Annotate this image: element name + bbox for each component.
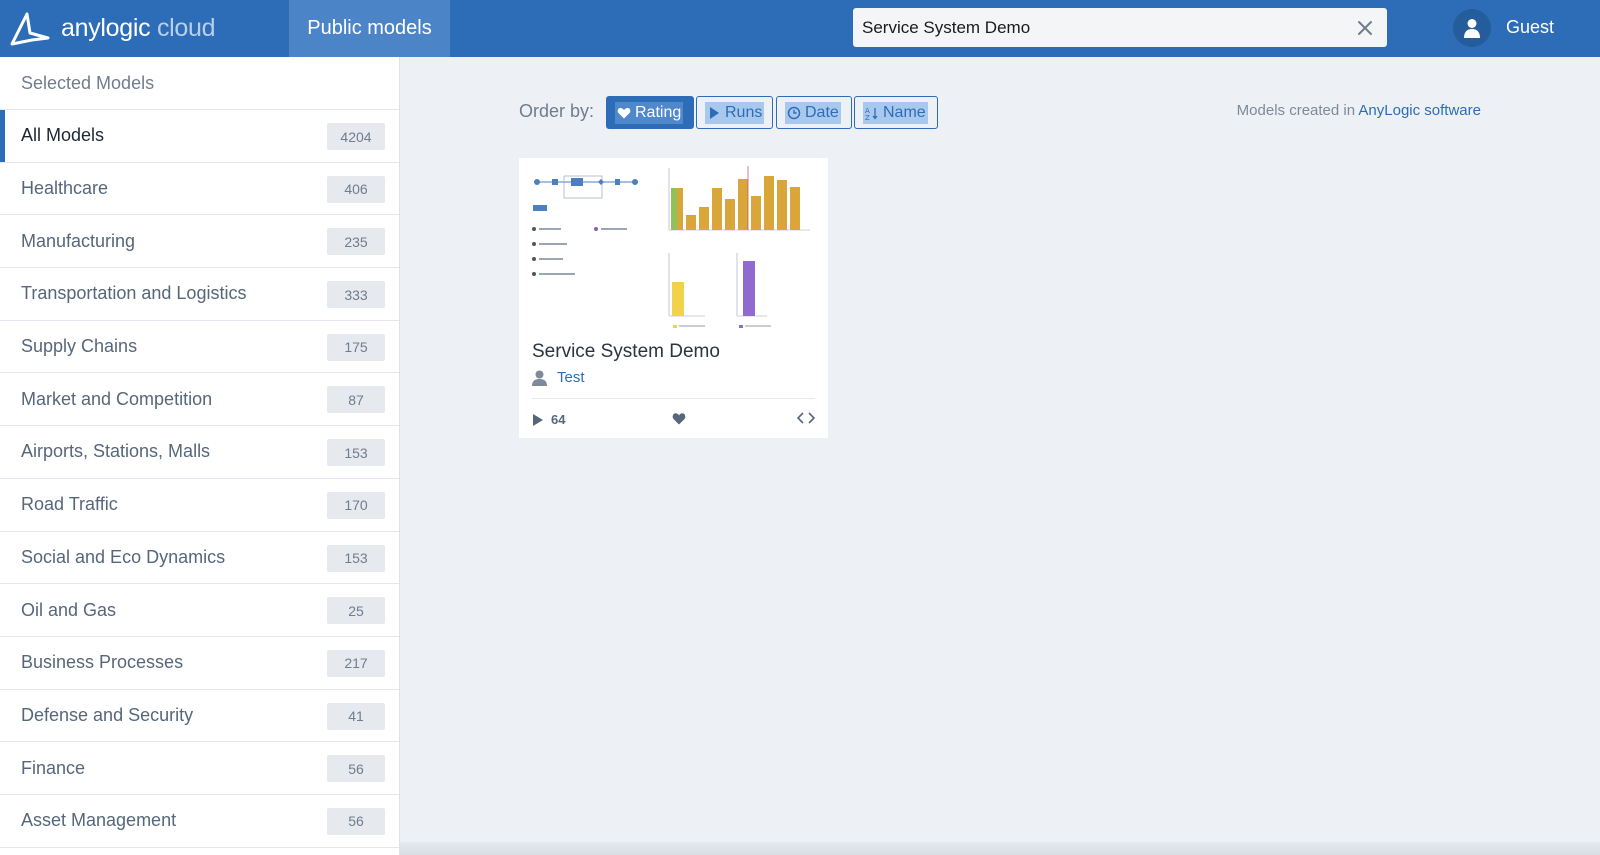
- svg-text:Z: Z: [865, 114, 870, 120]
- avatar[interactable]: [1453, 9, 1491, 47]
- sort-rating-button[interactable]: Rating: [606, 96, 694, 129]
- sort-date-button[interactable]: Date: [776, 96, 852, 129]
- sort-name-label: Name: [883, 103, 926, 121]
- count-badge: 217: [327, 649, 385, 677]
- sidebar-item-oil-gas[interactable]: Oil and Gas 25: [0, 584, 399, 637]
- anylogic-software-link[interactable]: AnyLogic software: [1358, 102, 1481, 119]
- sort-name-button[interactable]: AZ Name: [854, 96, 938, 129]
- run-count-value: 64: [551, 412, 566, 427]
- sidebar-item-label: Asset Management: [21, 810, 177, 831]
- count-badge: 170: [327, 491, 385, 519]
- sidebar-item-label: Supply Chains: [21, 336, 138, 357]
- sidebar-item-supply-chains[interactable]: Supply Chains 175: [0, 321, 399, 374]
- anylogic-logo[interactable]: anylogic cloud: [10, 10, 216, 47]
- model-card[interactable]: Service System Demo Test 64: [519, 158, 828, 438]
- model-title[interactable]: Service System Demo: [532, 341, 720, 363]
- user-icon: [532, 370, 547, 386]
- sidebar-item-label: Healthcare: [21, 178, 109, 199]
- close-icon[interactable]: [1355, 18, 1375, 38]
- count-badge: 406: [327, 175, 385, 203]
- count-badge: 235: [327, 228, 385, 256]
- count-badge: 87: [327, 386, 385, 414]
- sidebar-item-healthcare[interactable]: Healthcare 406: [0, 163, 399, 216]
- count-badge: 175: [327, 333, 385, 361]
- sidebar-item-label: Business Processes: [21, 652, 184, 673]
- sort-runs-label: Runs: [725, 103, 763, 121]
- anylogic-logo-icon: [10, 12, 50, 45]
- search-box: [853, 8, 1387, 47]
- sidebar-item-social-eco[interactable]: Social and Eco Dynamics 153: [0, 532, 399, 585]
- search-input[interactable]: [862, 8, 1332, 47]
- sidebar-item-label: All Models: [21, 125, 105, 146]
- created-prefix: Models created in: [1236, 102, 1359, 119]
- bottom-edge: [400, 842, 1600, 855]
- sort-date-label: Date: [805, 103, 839, 121]
- top-header: anylogic cloud Public models Guest: [0, 0, 1600, 57]
- play-icon: [533, 413, 543, 426]
- nav-public-models[interactable]: Public models: [289, 0, 450, 57]
- sort-runs-button[interactable]: Runs: [696, 96, 773, 129]
- sidebar-item-manufacturing[interactable]: Manufacturing 235: [0, 215, 399, 269]
- user-icon: [1464, 19, 1480, 38]
- heart-icon[interactable]: [672, 412, 686, 425]
- sidebar-item-label: Airports, Stations, Malls: [21, 441, 211, 462]
- sidebar-item-market[interactable]: Market and Competition 87: [0, 373, 399, 427]
- sidebar-item-transportation[interactable]: Transportation and Logistics 333: [0, 268, 399, 321]
- count-badge: 56: [327, 807, 385, 835]
- sidebar-item-label: Road Traffic: [21, 494, 118, 515]
- model-author[interactable]: Test: [532, 369, 585, 386]
- count-badge: 153: [327, 439, 385, 467]
- sidebar-item-label: Market and Competition: [21, 388, 213, 409]
- author-name: Test: [557, 369, 585, 386]
- sidebar-item-finance[interactable]: Finance 56: [0, 742, 399, 795]
- heart-icon: [617, 107, 631, 118]
- sidebar-item-defense[interactable]: Defense and Security 41: [0, 690, 399, 743]
- card-divider: [532, 398, 815, 399]
- play-icon: [710, 106, 719, 119]
- sidebar-item-label: Manufacturing: [21, 230, 136, 251]
- sidebar-item-label: Defense and Security: [21, 704, 194, 725]
- sidebar-item-business[interactable]: Business Processes 217: [0, 637, 399, 690]
- category-sidebar: Selected Models All Models 4204 Healthca…: [0, 57, 400, 855]
- count-badge: 41: [327, 702, 385, 730]
- clock-icon: [787, 106, 801, 119]
- sidebar-item-label: Finance: [21, 757, 86, 778]
- run-count[interactable]: 64: [533, 412, 565, 427]
- order-by-label: Order by:: [519, 101, 595, 121]
- sidebar-item-asset-management[interactable]: Asset Management 56: [0, 795, 399, 848]
- user-name[interactable]: Guest: [1506, 17, 1554, 38]
- count-badge: 153: [327, 544, 385, 572]
- count-badge: 333: [327, 281, 385, 309]
- embed-code-icon[interactable]: [797, 411, 815, 425]
- count-badge: 56: [327, 755, 385, 783]
- count-badge: 25: [327, 597, 385, 625]
- logo-text: anylogic cloud: [61, 14, 216, 42]
- sidebar-item-road-traffic[interactable]: Road Traffic 170: [0, 479, 399, 532]
- sidebar-item-label: Oil and Gas: [21, 599, 117, 620]
- sidebar-heading[interactable]: Selected Models: [0, 57, 399, 110]
- count-badge: 4204: [327, 123, 385, 150]
- sort-rating-label: Rating: [635, 103, 682, 121]
- model-thumbnail[interactable]: [519, 158, 828, 333]
- sort-alpha-icon: AZ: [865, 107, 878, 120]
- sidebar-item-label: Social and Eco Dynamics: [21, 546, 226, 567]
- sidebar-item-label: Transportation and Logistics: [21, 283, 247, 304]
- created-in-note: Models created in AnyLogic software: [1237, 102, 1481, 119]
- sidebar-item-all-models[interactable]: All Models 4204: [0, 110, 399, 163]
- sidebar-item-airports[interactable]: Airports, Stations, Malls 153: [0, 426, 399, 479]
